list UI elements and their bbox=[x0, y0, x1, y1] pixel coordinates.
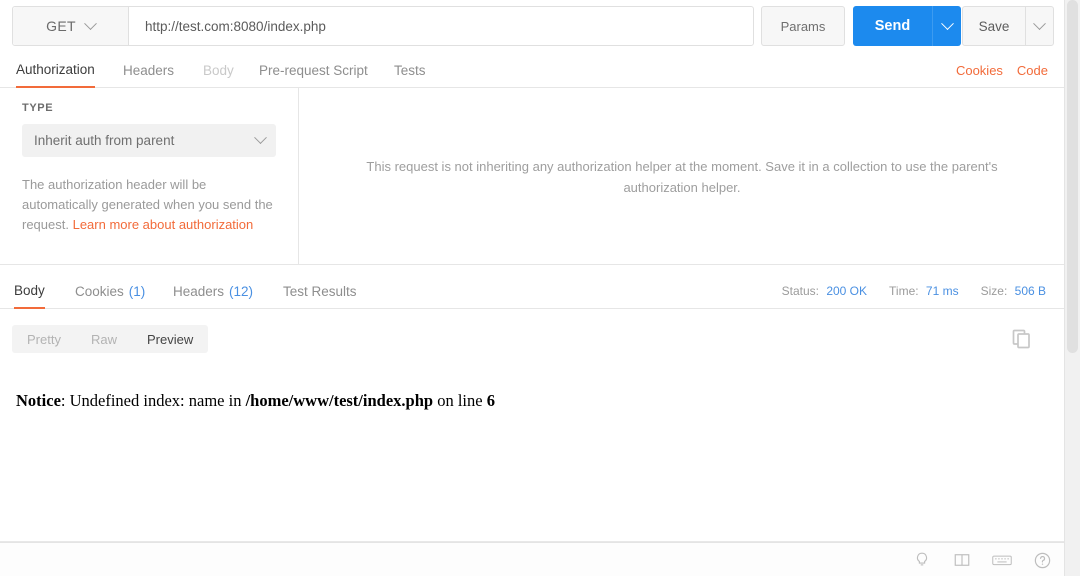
auth-info-pane: This request is not inheriting any autho… bbox=[300, 88, 1064, 265]
authorization-panel: TYPE Inherit auth from parent The author… bbox=[0, 88, 1064, 265]
tab-label: Authorization bbox=[16, 62, 95, 77]
tab-tests[interactable]: Tests bbox=[394, 53, 426, 88]
status-label: Status: bbox=[781, 284, 819, 298]
save-button[interactable]: Save bbox=[963, 7, 1025, 45]
time-value: 71 ms bbox=[925, 284, 959, 298]
params-button[interactable]: Params bbox=[761, 6, 845, 46]
status-bar bbox=[0, 542, 1064, 576]
tab-body[interactable]: Body bbox=[203, 53, 234, 88]
notice-file-path: /home/www/test/index.php bbox=[245, 391, 434, 410]
response-tab-test-results[interactable]: Test Results bbox=[283, 273, 357, 309]
time-label: Time: bbox=[889, 284, 919, 298]
learn-more-link[interactable]: Learn more about authorization bbox=[73, 217, 254, 232]
chevron-down-icon bbox=[940, 16, 954, 30]
save-label: Save bbox=[978, 18, 1010, 34]
tab-label: Tests bbox=[394, 63, 426, 78]
send-button-group: Send bbox=[853, 6, 961, 46]
auth-type-pane: TYPE Inherit auth from parent The author… bbox=[0, 88, 299, 265]
chevron-down-icon bbox=[83, 16, 97, 30]
lightbulb-icon[interactable] bbox=[912, 550, 932, 570]
scrollbar-thumb[interactable] bbox=[1067, 0, 1078, 353]
tab-label: Body bbox=[14, 282, 45, 298]
format-preview[interactable]: Preview bbox=[132, 325, 208, 353]
params-label: Params bbox=[780, 18, 826, 34]
chevron-down-icon bbox=[254, 131, 267, 145]
notice-message: : Undefined index: name in bbox=[60, 391, 246, 410]
response-tab-headers[interactable]: Headers (12) bbox=[173, 273, 253, 309]
response-tabs: Body Cookies (1) Headers (12) Test Resul… bbox=[0, 273, 1064, 309]
keyboard-icon[interactable] bbox=[992, 550, 1012, 570]
url-input[interactable]: http://test.com:8080/index.php bbox=[129, 7, 753, 45]
status-metric: Status: 200 OK bbox=[782, 284, 867, 298]
tab-count: (12) bbox=[229, 283, 254, 299]
status-value: 200 OK bbox=[826, 284, 868, 298]
window-scrollbar[interactable] bbox=[1064, 0, 1080, 576]
tab-label: Test Results bbox=[283, 283, 357, 299]
chevron-down-icon bbox=[1033, 16, 1046, 30]
postman-window: GET http://test.com:8080/index.php Param… bbox=[0, 0, 1080, 576]
tab-headers[interactable]: Headers bbox=[123, 53, 174, 88]
code-link[interactable]: Code bbox=[1017, 63, 1048, 78]
save-button-group: Save bbox=[962, 6, 1054, 46]
copy-icon[interactable] bbox=[1010, 327, 1034, 351]
request-tabs: Authorization Headers Body Pre-request S… bbox=[0, 53, 1064, 88]
request-url-bar: GET http://test.com:8080/index.php Param… bbox=[0, 0, 1064, 53]
http-method-label: GET bbox=[46, 18, 76, 34]
tab-count: (1) bbox=[128, 283, 146, 299]
format-pretty[interactable]: Pretty bbox=[12, 325, 76, 353]
two-pane-layout-icon[interactable] bbox=[952, 550, 972, 570]
format-label: Raw bbox=[90, 331, 117, 347]
size-metric: Size: 506 B bbox=[981, 284, 1046, 298]
format-raw[interactable]: Raw bbox=[76, 325, 132, 353]
size-label: Size: bbox=[980, 284, 1008, 298]
response-tab-body[interactable]: Body bbox=[14, 273, 45, 309]
response-tab-cookies[interactable]: Cookies (1) bbox=[75, 273, 145, 309]
tab-label: Headers bbox=[123, 63, 175, 78]
format-label: Pretty bbox=[27, 331, 61, 347]
php-notice-line: Notice: Undefined index: name in /home/w… bbox=[16, 391, 1048, 411]
request-links: Cookies Code bbox=[956, 53, 1048, 88]
app-content: GET http://test.com:8080/index.php Param… bbox=[0, 0, 1064, 576]
tab-label: Headers bbox=[173, 283, 225, 299]
auth-type-select[interactable]: Inherit auth from parent bbox=[22, 124, 276, 157]
format-label: Preview bbox=[146, 331, 194, 347]
notice-on-line: on line bbox=[433, 391, 487, 410]
method-url-group: GET http://test.com:8080/index.php bbox=[12, 6, 754, 46]
time-metric: Time: 71 ms bbox=[889, 284, 959, 298]
format-toggle-group: Pretty Raw Preview bbox=[12, 325, 209, 353]
notice-label: Notice bbox=[16, 391, 61, 410]
send-label: Send bbox=[874, 18, 911, 34]
auth-type-value: Inherit auth from parent bbox=[34, 133, 175, 148]
save-options-button[interactable] bbox=[1025, 7, 1053, 45]
size-value: 506 B bbox=[1014, 284, 1046, 298]
send-button[interactable]: Send bbox=[853, 6, 932, 46]
status-bar-icons bbox=[912, 543, 1052, 576]
tab-label: Cookies bbox=[75, 283, 124, 299]
http-method-select[interactable]: GET bbox=[13, 7, 129, 45]
response-meta: Status: 200 OK Time: 71 ms Size: 506 B bbox=[782, 273, 1046, 309]
notice-line-number: 6 bbox=[486, 391, 495, 410]
tab-pre-request-script[interactable]: Pre-request Script bbox=[259, 53, 368, 88]
tab-authorization[interactable]: Authorization bbox=[16, 53, 95, 88]
tab-label: Pre-request Script bbox=[259, 63, 368, 78]
send-options-button[interactable] bbox=[932, 6, 961, 46]
auth-info-message: This request is not inheriting any autho… bbox=[366, 158, 998, 195]
help-circle-icon[interactable] bbox=[1032, 550, 1052, 570]
auth-help-text: The authorization header will be automat… bbox=[22, 175, 276, 235]
response-preview-body: Notice: Undefined index: name in /home/w… bbox=[0, 361, 1064, 542]
tab-label: Body bbox=[203, 63, 234, 78]
auth-type-label: TYPE bbox=[22, 102, 54, 114]
cookies-link[interactable]: Cookies bbox=[956, 63, 1003, 78]
response-format-row: Pretty Raw Preview bbox=[0, 309, 1064, 361]
